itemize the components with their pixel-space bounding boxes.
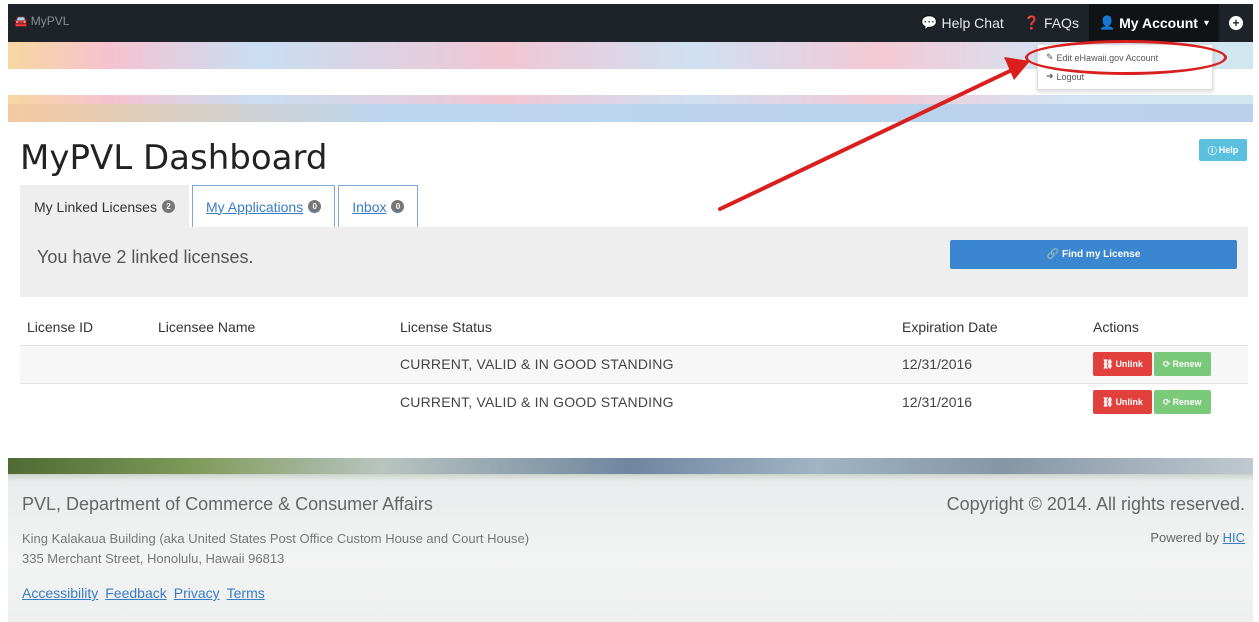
tab-label: My Linked Licenses: [34, 198, 157, 215]
unlink-button[interactable]: ⛓ Unlink: [1093, 352, 1152, 376]
tab-label: Inbox: [352, 198, 387, 215]
tab-inbox[interactable]: Inbox 0: [338, 185, 419, 227]
unlink-button[interactable]: ⛓ Unlink: [1093, 390, 1152, 415]
find-license-label: Find my License: [1062, 249, 1141, 260]
unlink-label: Unlink: [1115, 397, 1143, 408]
my-account-label: My Account: [1119, 15, 1198, 31]
powered-by-label: Powered by: [1150, 530, 1219, 545]
licenses-table: License ID Licensee Name License Status …: [20, 309, 1248, 421]
count-badge: 0: [391, 200, 405, 213]
renew-icon: ⟳: [1162, 358, 1171, 369]
linked-count-message: You have 2 linked licenses.: [37, 247, 254, 267]
page-title: MyPVL Dashboard: [20, 138, 328, 178]
tab-my-applications[interactable]: My Applications 0: [191, 185, 336, 227]
license-status-cell: CURRENT, VALID & IN GOOD STANDING: [393, 382, 895, 421]
address-line: King Kalakaua Building (aka United State…: [22, 531, 530, 546]
help-chat-link[interactable]: 💬 Help Chat: [911, 4, 1013, 42]
brand-logo[interactable]: 🚘 MyPVL: [14, 14, 69, 28]
question-circle-icon: ❓: [1023, 15, 1040, 30]
actions-cell: ⛓ Unlink ⟳ Renew: [1086, 344, 1248, 383]
unlink-icon: ⛓: [1102, 358, 1114, 369]
renew-button[interactable]: ⟳ Renew: [1153, 352, 1211, 376]
license-id-cell: [20, 344, 151, 383]
license-status-cell: CURRENT, VALID & IN GOOD STANDING: [393, 344, 895, 383]
logout-icon: ➜: [1046, 71, 1054, 81]
table-header-row: License ID Licensee Name License Status …: [20, 309, 1248, 345]
unlink-label: Unlink: [1115, 359, 1143, 369]
car-icon: 🚘: [14, 15, 28, 28]
user-icon: 👤: [1098, 15, 1116, 30]
terms-link[interactable]: Terms: [227, 585, 265, 601]
column-header: License Status: [400, 318, 492, 335]
count-badge: 2: [161, 200, 175, 213]
banner-stripe-lower: [8, 104, 1253, 122]
expiration-date-cell: 12/31/2016: [895, 344, 1086, 383]
column-header: Actions: [1093, 318, 1139, 335]
caret-down-icon: ▾: [1203, 17, 1209, 29]
footer-links: Accessibility Feedback Privacy Terms: [22, 585, 529, 601]
count-badge: 0: [308, 200, 322, 213]
renew-label: Renew: [1172, 397, 1202, 408]
info-circle-icon: ⓘ: [1207, 145, 1217, 156]
dashboard-tabs: My Linked Licenses 2 My Applications 0 I…: [20, 185, 421, 227]
find-license-button[interactable]: 🔗 Find my License: [950, 240, 1237, 269]
unlink-icon: ⛓: [1102, 396, 1114, 407]
tab-linked-licenses[interactable]: My Linked Licenses 2: [20, 185, 189, 227]
footer-left: PVL, Department of Commerce & Consumer A…: [22, 494, 529, 601]
privacy-link[interactable]: Privacy: [174, 585, 220, 601]
copyright-text: Copyright © 2014. All rights reserved.: [946, 494, 1245, 514]
tab-label: My Applications: [205, 198, 304, 215]
actions-cell: ⛓ Unlink ⟳ Renew: [1086, 382, 1248, 421]
link-icon: 🔗: [1046, 249, 1060, 260]
column-header: License ID: [27, 318, 94, 335]
help-label: Help: [1218, 145, 1239, 155]
footer-treeline: [8, 458, 1253, 474]
faqs-label: FAQs: [1043, 15, 1079, 31]
column-header: Licensee Name: [158, 318, 256, 335]
brand-label: MyPVL: [30, 14, 70, 28]
add-button[interactable]: +: [1219, 4, 1253, 42]
table-row: CURRENT, VALID & IN GOOD STANDING 12/31/…: [20, 344, 1248, 383]
powered-by: Powered by HIC: [947, 530, 1245, 545]
renew-icon: ⟳: [1162, 396, 1171, 407]
renew-button[interactable]: ⟳ Renew: [1153, 390, 1211, 415]
chat-icon: 💬: [921, 15, 938, 30]
top-navbar: 🚘 MyPVL 💬 Help Chat ❓ FAQs 👤 My Account …: [8, 4, 1253, 42]
linked-licenses-panel: You have 2 linked licenses. 🔗 Find my Li…: [20, 227, 1248, 297]
footer-address: King Kalakaua Building (aka United State…: [22, 529, 529, 569]
help-button[interactable]: ⓘ Help: [1199, 139, 1247, 161]
license-id-cell: [20, 382, 151, 421]
column-header: Expiration Date: [902, 318, 998, 335]
faqs-link[interactable]: ❓ FAQs: [1014, 4, 1089, 42]
footer-org-name: PVL, Department of Commerce & Consumer A…: [22, 494, 433, 514]
licensee-name-cell: [151, 382, 393, 421]
address-line: 335 Merchant Street, Honolulu, Hawaii 96…: [22, 551, 285, 566]
my-account-menu[interactable]: 👤 My Account ▾: [1088, 4, 1219, 42]
table-row: CURRENT, VALID & IN GOOD STANDING 12/31/…: [20, 382, 1248, 421]
renew-label: Renew: [1172, 359, 1202, 369]
footer-right: Copyright © 2014. All rights reserved. P…: [947, 494, 1245, 545]
feedback-link[interactable]: Feedback: [105, 585, 166, 601]
hic-link[interactable]: HIC: [1223, 530, 1245, 545]
accessibility-link[interactable]: Accessibility: [22, 585, 98, 601]
help-chat-label: Help Chat: [941, 15, 1004, 31]
expiration-date-cell: 12/31/2016: [895, 382, 1086, 421]
page-footer: PVL, Department of Commerce & Consumer A…: [8, 458, 1253, 622]
annotation-ellipse: [1025, 40, 1227, 75]
navbar-right: 💬 Help Chat ❓ FAQs 👤 My Account ▾ +: [911, 4, 1253, 42]
plus-circle-icon: +: [1229, 16, 1243, 30]
licensee-name-cell: [151, 344, 393, 383]
